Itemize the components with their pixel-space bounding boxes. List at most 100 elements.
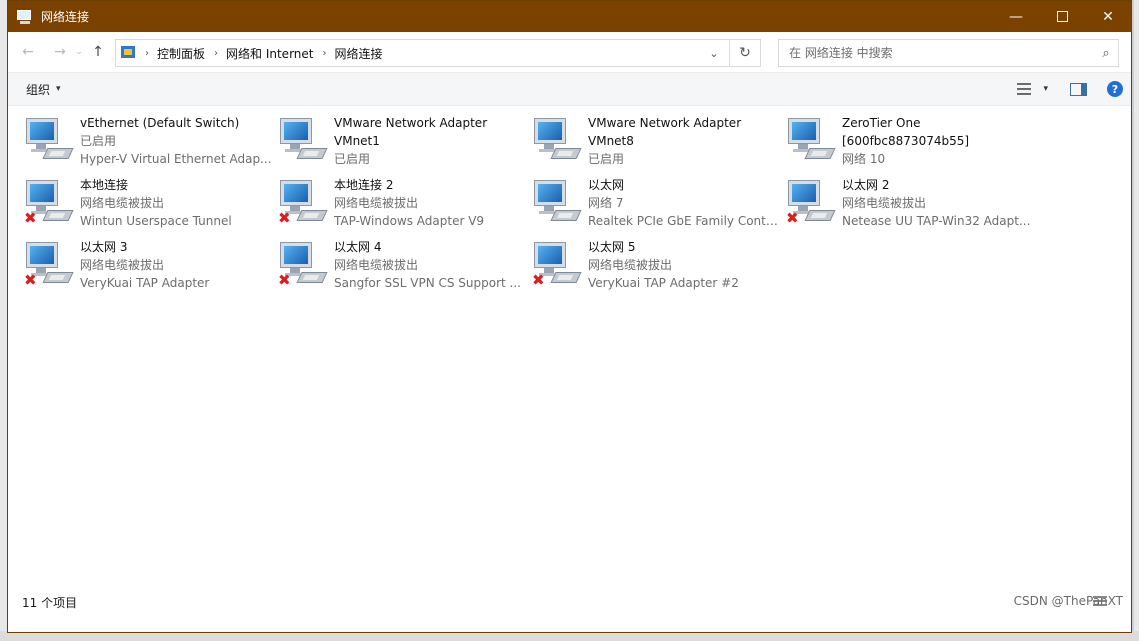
preview-pane-button[interactable] bbox=[1070, 82, 1087, 96]
search-input[interactable] bbox=[787, 40, 1094, 66]
chevron-down-icon: ⌄ bbox=[75, 47, 83, 57]
adapter-item[interactable]: ✖ 以太网 3 网络电缆被拔出 VeryKuai TAP Adapter bbox=[22, 238, 272, 294]
disconnected-x-icon: ✖ bbox=[786, 209, 799, 227]
refresh-button[interactable]: ↻ bbox=[729, 40, 760, 66]
minimize-button[interactable]: — bbox=[993, 1, 1039, 32]
adapter-device: TAP-Windows Adapter V9 bbox=[334, 214, 485, 228]
back-button[interactable]: ← bbox=[16, 44, 40, 60]
network-connections-icon bbox=[17, 9, 33, 25]
disconnected-x-icon: ✖ bbox=[24, 271, 37, 289]
network-adapter-icon: ✖ bbox=[530, 240, 582, 288]
adapter-status: 网络电缆被拔出 bbox=[588, 258, 673, 272]
chevron-down-icon: ⌄ bbox=[709, 46, 719, 60]
adapter-device: Netease UU TAP-Win32 Adapt... bbox=[842, 214, 1031, 228]
up-arrow-icon: ↑ bbox=[92, 44, 104, 60]
network-adapter-icon bbox=[530, 178, 582, 226]
explorer-window: 网络连接 — ✕ ← → ⌄ ↑ › 控制面板 › 网络和 Internet ›… bbox=[7, 0, 1132, 633]
adapter-item[interactable]: vEthernet (Default Switch) 已启用 Hyper-V Vir… bbox=[22, 114, 272, 170]
network-adapter-icon: ✖ bbox=[22, 240, 74, 288]
up-button[interactable]: ↑ bbox=[86, 44, 110, 60]
chevron-down-icon: ▾ bbox=[1043, 84, 1048, 94]
network-adapter-icon: ✖ bbox=[276, 178, 328, 226]
network-adapter-icon bbox=[530, 116, 582, 164]
adapter-device: VeryKuai TAP Adapter bbox=[80, 276, 210, 290]
adapter-status: 网络 7 bbox=[588, 196, 624, 210]
help-button[interactable]: ? bbox=[1107, 81, 1123, 97]
disconnected-x-icon: ✖ bbox=[24, 209, 37, 227]
adapter-name: 本地连接 bbox=[80, 178, 129, 192]
adapter-name-line2: VMnet8 bbox=[588, 134, 634, 148]
adapter-item[interactable]: ✖ 以太网 4 网络电缆被拔出 Sangfor SSL VPN CS Support … bbox=[276, 238, 526, 294]
network-adapter-icon: ✖ bbox=[784, 178, 836, 226]
close-button[interactable]: ✕ bbox=[1085, 1, 1131, 32]
control-panel-icon bbox=[120, 45, 136, 61]
adapter-status: 网络电缆被拔出 bbox=[842, 196, 927, 210]
search-icon[interactable]: ⌕ bbox=[1094, 46, 1118, 61]
adapter-item[interactable]: ZeroTier One [600fbc8873074b55] 网络 10 bbox=[784, 114, 1034, 170]
minimize-icon: — bbox=[1009, 8, 1023, 25]
search-box[interactable]: ⌕ bbox=[778, 39, 1119, 67]
adapter-name: VMware Network Adapter bbox=[588, 116, 742, 130]
network-adapter-icon bbox=[22, 116, 74, 164]
breadcrumb-network-connections[interactable]: 网络连接 bbox=[334, 45, 382, 62]
adapter-item[interactable]: ✖ 以太网 5 网络电缆被拔出 VeryKuai TAP Adapter #2 bbox=[530, 238, 780, 294]
adapter-status: 已启用 bbox=[80, 134, 117, 148]
breadcrumb-network-internet[interactable]: 网络和 Internet bbox=[226, 45, 313, 62]
window-title: 网络连接 bbox=[41, 10, 90, 24]
close-icon: ✕ bbox=[1102, 8, 1114, 25]
breadcrumb-separator-icon: › bbox=[322, 47, 327, 59]
organize-button[interactable]: 组织 ▾ bbox=[26, 81, 61, 98]
address-history-dropdown[interactable]: ⌄ bbox=[704, 40, 724, 66]
adapter-item[interactable]: 以太网网络 7 Realtek PCIe GbE Family Contr... bbox=[530, 176, 780, 232]
adapter-item[interactable]: ✖ 本地连接 网络电缆被拔出 Wintun Userspace Tunnel bbox=[22, 176, 272, 232]
title-bar[interactable]: 网络连接 — ✕ bbox=[8, 1, 1131, 32]
adapter-name: 以太网 4 bbox=[334, 240, 382, 254]
details-view-icon bbox=[1017, 83, 1032, 95]
chevron-down-icon: ▾ bbox=[56, 84, 61, 94]
adapter-name: 以太网 bbox=[588, 178, 625, 192]
back-arrow-icon: ← bbox=[22, 44, 34, 60]
maximize-button[interactable] bbox=[1039, 1, 1085, 32]
adapter-device: Realtek PCIe GbE Family Contr... bbox=[588, 214, 780, 228]
disconnected-x-icon: ✖ bbox=[532, 271, 545, 289]
adapter-status: 网络电缆被拔出 bbox=[334, 196, 419, 210]
adapter-device: Sangfor SSL VPN CS Support ... bbox=[334, 276, 521, 290]
breadcrumb-separator-icon: › bbox=[145, 47, 149, 59]
status-bar: 11 个项目 CSDN @ThePanXT bbox=[8, 590, 1131, 614]
network-adapter-icon bbox=[276, 116, 328, 164]
navigation-bar: ← → ⌄ ↑ › 控制面板 › 网络和 Internet › 网络连接 ⌄ ↻… bbox=[8, 32, 1131, 72]
adapter-status: 已启用 bbox=[588, 152, 625, 166]
adapter-item[interactable]: VMware Network Adapter VMnet1 已启用 bbox=[276, 114, 526, 170]
file-list-area[interactable]: vEthernet (Default Switch) 已启用 Hyper-V Vir… bbox=[8, 106, 1131, 614]
adapter-name: vEthernet (Default Switch) bbox=[80, 116, 240, 130]
command-bar: 组织 ▾ ▾ ? bbox=[8, 72, 1131, 106]
adapter-name: 以太网 5 bbox=[588, 240, 636, 254]
adapter-device: VeryKuai TAP Adapter #2 bbox=[588, 276, 739, 290]
adapter-name: 以太网 3 bbox=[80, 240, 128, 254]
item-count: 11 个项目 bbox=[22, 595, 78, 610]
forward-arrow-icon: → bbox=[54, 44, 66, 60]
network-adapter-icon: ✖ bbox=[22, 178, 74, 226]
adapter-item[interactable]: ✖ 本地连接 2 网络电缆被拔出 TAP-Windows Adapter V9 bbox=[276, 176, 526, 232]
disconnected-x-icon: ✖ bbox=[278, 271, 291, 289]
adapter-status: 网络电缆被拔出 bbox=[80, 258, 165, 272]
adapter-item[interactable]: ✖ 以太网 2 网络电缆被拔出 Netease UU TAP-Win32 Adapt.… bbox=[784, 176, 1034, 232]
adapter-name: ZeroTier One bbox=[842, 116, 921, 130]
watermark-text: CSDN @ThePanXT bbox=[1013, 594, 1123, 608]
recent-locations-button[interactable]: ⌄ bbox=[72, 47, 86, 57]
network-adapter-icon: ✖ bbox=[276, 240, 328, 288]
adapter-status: 网络 10 bbox=[842, 152, 886, 166]
adapter-item[interactable]: VMware Network Adapter VMnet8 已启用 bbox=[530, 114, 780, 170]
adapter-name-line2: VMnet1 bbox=[334, 134, 380, 148]
refresh-icon: ↻ bbox=[739, 45, 751, 61]
adapter-device: Hyper-V Virtual Ethernet Adap... bbox=[80, 152, 272, 166]
forward-button[interactable]: → bbox=[48, 44, 72, 60]
change-view-button[interactable]: ▾ bbox=[1017, 83, 1048, 95]
maximize-icon bbox=[1056, 11, 1068, 22]
adapter-device: Wintun Userspace Tunnel bbox=[80, 214, 232, 228]
adapter-name: 以太网 2 bbox=[842, 178, 890, 192]
adapter-name-line2: [600fbc8873074b55] bbox=[842, 134, 970, 148]
address-bar[interactable]: › 控制面板 › 网络和 Internet › 网络连接 ⌄ ↻ bbox=[115, 39, 761, 67]
breadcrumb-control-panel[interactable]: 控制面板 bbox=[157, 45, 205, 62]
disconnected-x-icon: ✖ bbox=[278, 209, 291, 227]
